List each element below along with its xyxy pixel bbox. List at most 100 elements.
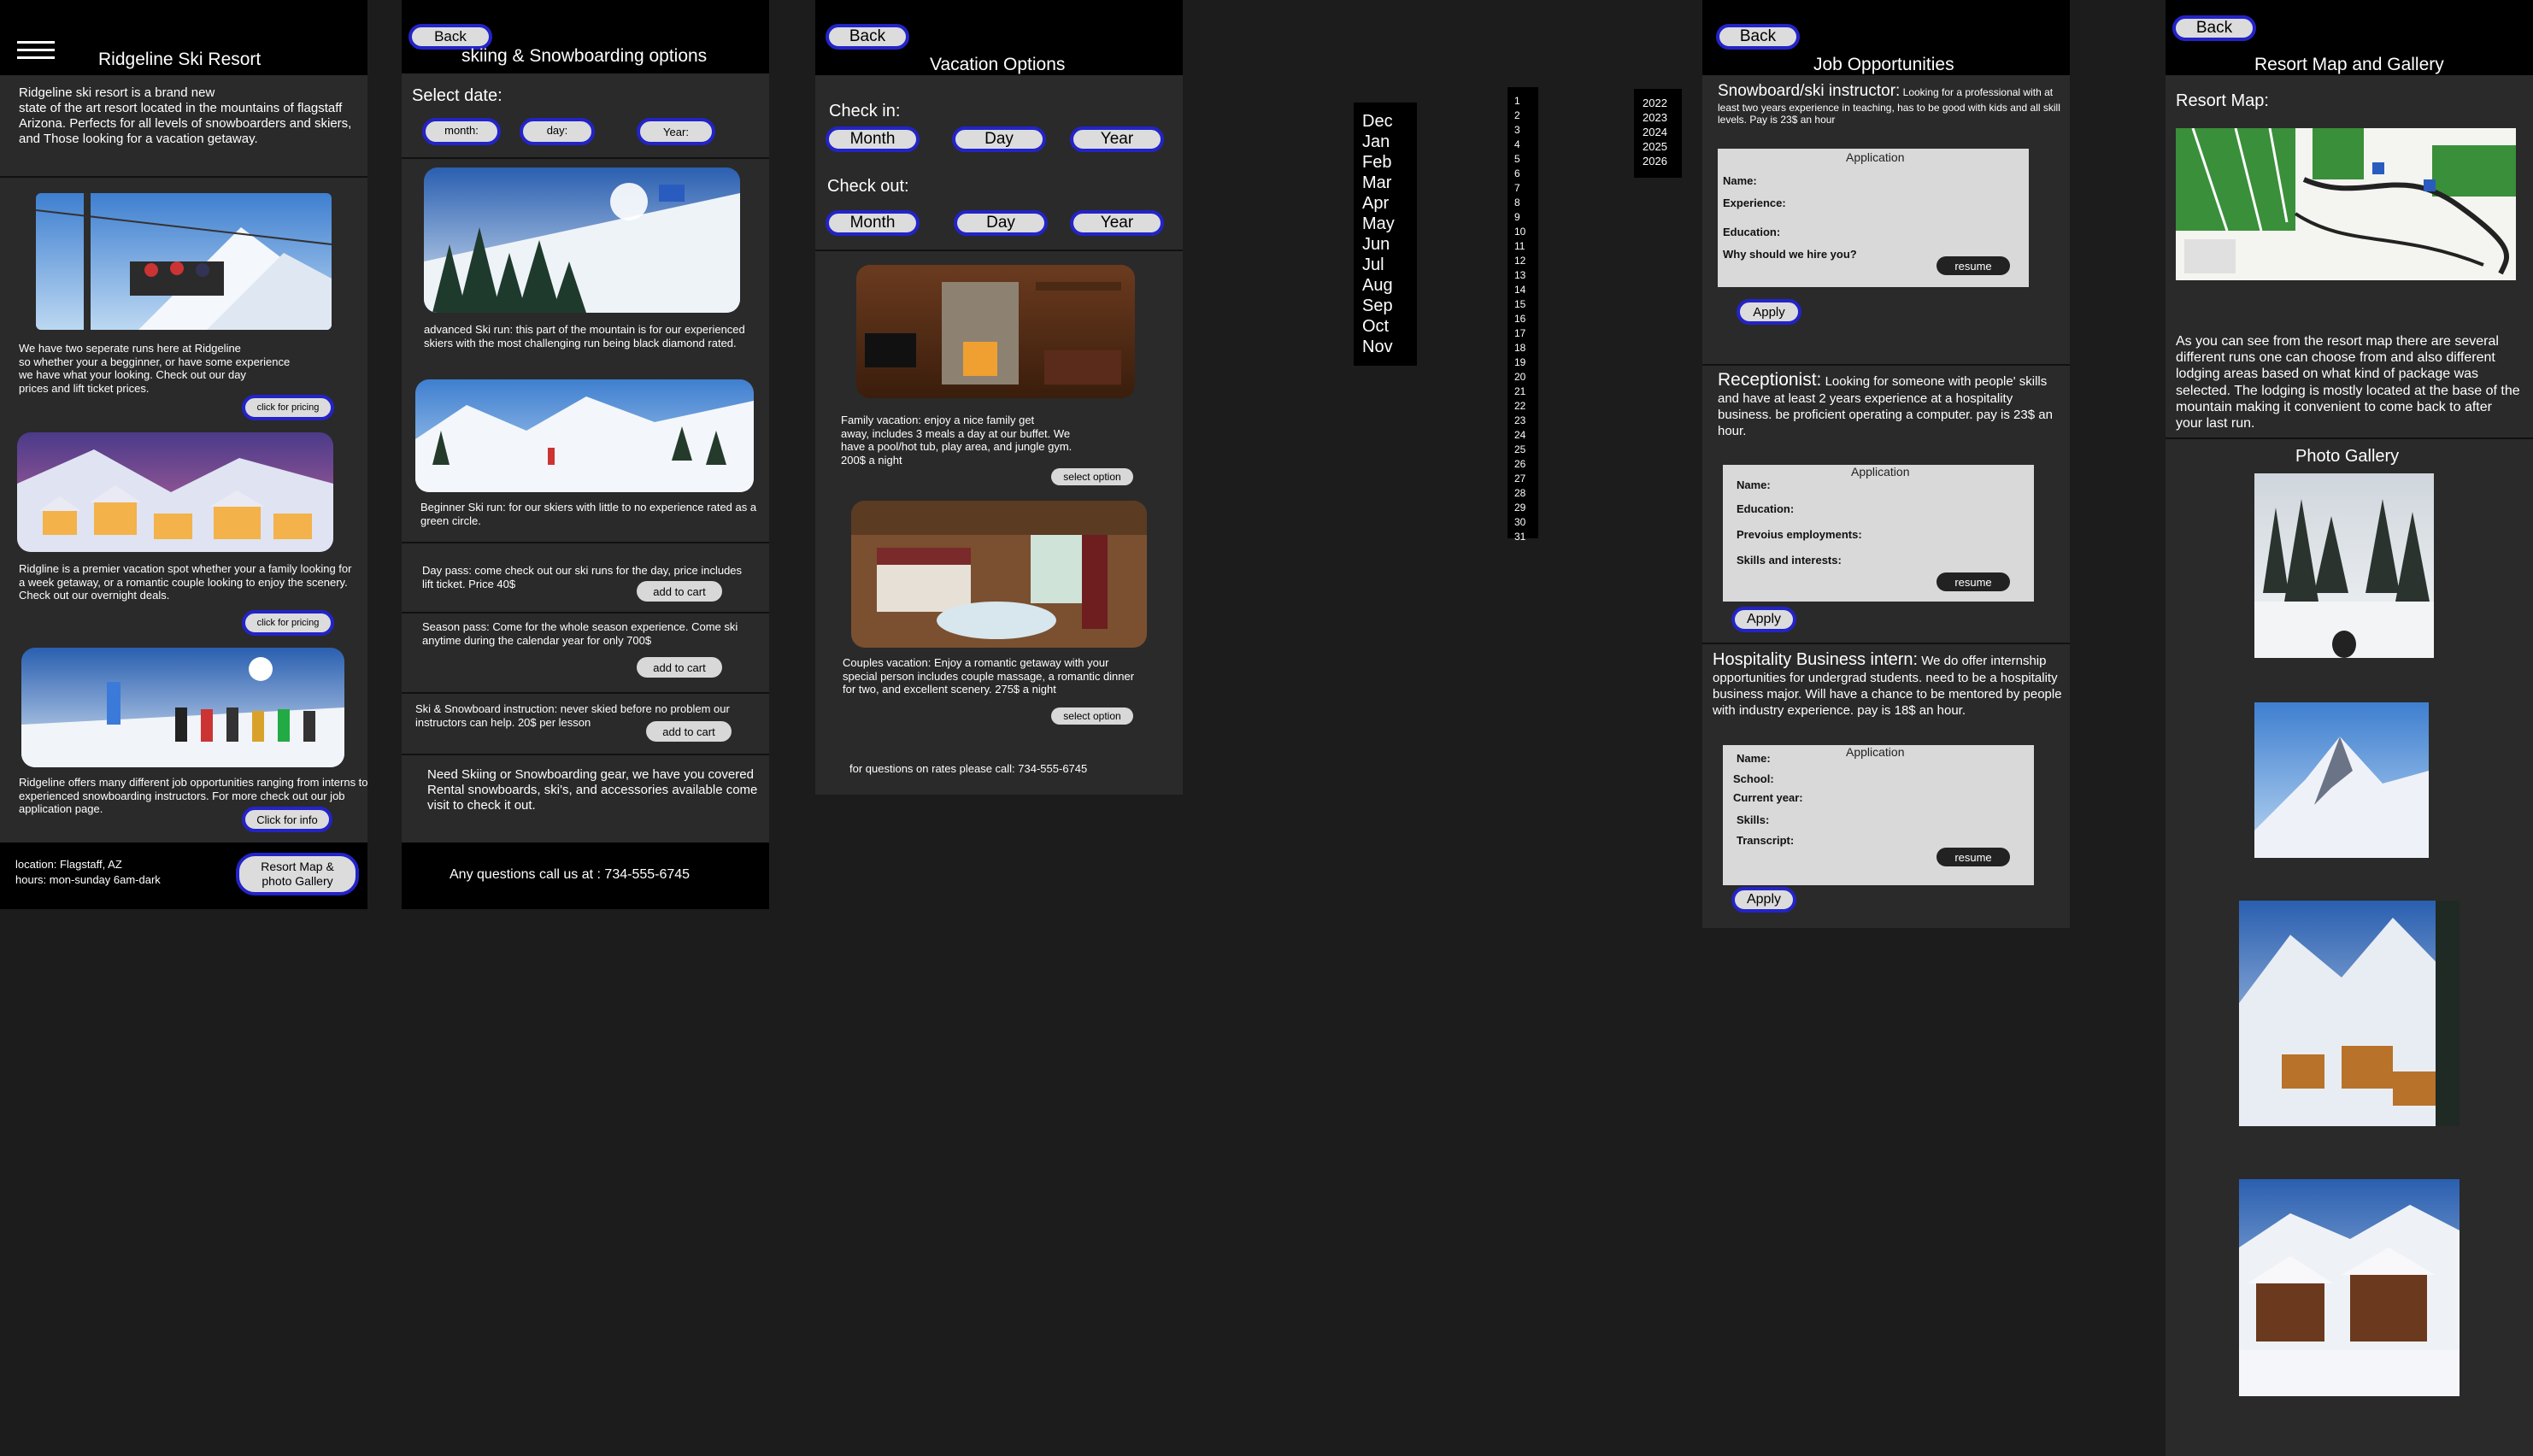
year-select[interactable]: Year: (637, 118, 715, 145)
day-option[interactable]: 28 (1514, 486, 1538, 501)
day-option[interactable]: 10 (1514, 225, 1538, 239)
month-option[interactable]: Nov (1362, 337, 1417, 357)
day-option[interactable]: 11 (1514, 239, 1538, 254)
jobs-info-button[interactable]: Click for info (242, 807, 332, 832)
resort-map-gallery-button[interactable]: Resort Map & photo Gallery (236, 853, 359, 895)
year-option[interactable]: 2026 (1643, 154, 1682, 168)
vacation-options-screen: Back Vacation Options Check in: Month Da… (815, 0, 1183, 795)
day-option[interactable]: 12 (1514, 254, 1538, 268)
season-pass-add-to-cart[interactable]: add to cart (637, 657, 722, 678)
month-option[interactable]: Sep (1362, 296, 1417, 316)
day-option[interactable]: 18 (1514, 341, 1538, 355)
ski-lift-photo (36, 193, 332, 330)
day-option[interactable]: 25 (1514, 443, 1538, 457)
why-hire-field[interactable]: Why should we hire you? (1723, 248, 1857, 261)
check-in-day[interactable]: Day (952, 126, 1046, 152)
check-in-year[interactable]: Year (1070, 126, 1164, 152)
day-option[interactable]: 9 (1514, 210, 1538, 225)
day-option[interactable]: 3 (1514, 123, 1538, 138)
year-option[interactable]: 2025 (1643, 139, 1682, 154)
previous-employment-field[interactable]: Prevoius employments: (1737, 528, 1862, 541)
day-option[interactable]: 5 (1514, 152, 1538, 167)
back-button[interactable]: Back (826, 24, 909, 50)
day-option[interactable]: 30 (1514, 515, 1538, 530)
transcript-field[interactable]: Transcript: (1737, 834, 1794, 847)
hamburger-menu-icon[interactable] (17, 41, 55, 60)
school-field[interactable]: School: (1733, 772, 1774, 785)
day-option[interactable]: 13 (1514, 268, 1538, 283)
day-option[interactable]: 6 (1514, 167, 1538, 181)
day-option[interactable]: 22 (1514, 399, 1538, 414)
day-option[interactable]: 7 (1514, 181, 1538, 196)
location-text: location: Flagstaff, AZ (15, 858, 122, 871)
day-option[interactable]: 29 (1514, 501, 1538, 515)
job2-apply-button[interactable]: Apply (1731, 607, 1796, 632)
resume-upload-button[interactable]: resume (1936, 256, 2010, 275)
year-option[interactable]: 2024 (1643, 125, 1682, 139)
day-option[interactable]: 31 (1514, 530, 1538, 544)
day-option[interactable]: 26 (1514, 457, 1538, 472)
day-option[interactable]: 23 (1514, 414, 1538, 428)
name-field[interactable]: Name: (1723, 174, 1757, 187)
check-in-month[interactable]: Month (826, 126, 920, 152)
month-option[interactable]: Oct (1362, 316, 1417, 337)
job2-title: Receptionist: (1718, 370, 1822, 390)
back-button[interactable]: Back (1716, 24, 1800, 50)
month-option[interactable]: Apr (1362, 193, 1417, 214)
resume-upload-button[interactable]: resume (1936, 572, 2010, 591)
job2-description: Receptionist: Looking for someone with p… (1718, 370, 2053, 438)
day-option[interactable]: 1 (1514, 94, 1538, 109)
day-option[interactable]: 17 (1514, 326, 1538, 341)
check-out-day[interactable]: Day (954, 210, 1048, 236)
pricing-button-runs[interactable]: click for pricing (242, 395, 334, 420)
month-option[interactable]: Dec (1362, 111, 1417, 132)
month-select[interactable]: month: (422, 118, 501, 145)
year-dropdown-list[interactable]: 2022 2023 2024 2025 2026 (1634, 89, 1682, 178)
day-option[interactable]: 4 (1514, 138, 1538, 152)
instruction-add-to-cart[interactable]: add to cart (646, 721, 732, 742)
current-year-field[interactable]: Current year: (1733, 791, 1803, 804)
back-button[interactable]: Back (2172, 15, 2256, 41)
day-option[interactable]: 16 (1514, 312, 1538, 326)
gallery-photo-4 (2239, 1179, 2460, 1396)
day-option[interactable]: 24 (1514, 428, 1538, 443)
day-dropdown-list[interactable]: 1 2 3 4 5 6 7 8 9 10 11 12 13 14 15 16 17 18 19 20 21 22 23 24 2… (1507, 87, 1538, 543)
resume-upload-button[interactable]: resume (1936, 848, 2010, 866)
name-field[interactable]: Name: (1737, 752, 1771, 765)
pricing-button-vacation[interactable]: click for pricing (242, 610, 334, 636)
month-option[interactable]: May (1362, 214, 1417, 234)
check-out-month[interactable]: Month (826, 210, 920, 236)
month-option[interactable]: Aug (1362, 275, 1417, 296)
day-option[interactable]: 21 (1514, 385, 1538, 399)
year-option[interactable]: 2023 (1643, 110, 1682, 125)
month-option[interactable]: Mar (1362, 173, 1417, 193)
skills-interests-field[interactable]: Skills and interests: (1737, 554, 1842, 567)
year-option[interactable]: 2022 (1643, 96, 1682, 110)
experience-field[interactable]: Experience: (1723, 197, 1786, 209)
day-option[interactable]: 15 (1514, 297, 1538, 312)
name-field[interactable]: Name: (1737, 478, 1771, 491)
day-pass-add-to-cart[interactable]: add to cart (637, 581, 722, 602)
job3-apply-button[interactable]: Apply (1731, 887, 1796, 913)
couples-select-option[interactable]: select option (1051, 707, 1133, 725)
gear-text: Need Skiing or Snowboarding gear, we hav… (427, 767, 758, 813)
day-select[interactable]: day: (520, 118, 595, 145)
day-option[interactable]: 2 (1514, 109, 1538, 123)
day-option[interactable]: 20 (1514, 370, 1538, 385)
month-dropdown-list[interactable]: Dec Jan Feb Mar Apr May Jun Jul Aug Sep Oct Nov (1354, 103, 1417, 366)
gallery-photo-2 (2254, 702, 2429, 858)
family-select-option[interactable]: select option (1051, 468, 1133, 485)
day-option[interactable]: 8 (1514, 196, 1538, 210)
month-option[interactable]: Jul (1362, 255, 1417, 275)
day-option[interactable]: 19 (1514, 355, 1538, 370)
month-option[interactable]: Jun (1362, 234, 1417, 255)
job1-apply-button[interactable]: Apply (1737, 299, 1801, 325)
skills-field[interactable]: Skills: (1737, 813, 1769, 826)
month-option[interactable]: Feb (1362, 152, 1417, 173)
day-option[interactable]: 14 (1514, 283, 1538, 297)
month-option[interactable]: Jan (1362, 132, 1417, 152)
check-out-year[interactable]: Year (1070, 210, 1164, 236)
education-field[interactable]: Education: (1737, 502, 1794, 515)
education-field[interactable]: Education: (1723, 226, 1780, 238)
day-option[interactable]: 27 (1514, 472, 1538, 486)
